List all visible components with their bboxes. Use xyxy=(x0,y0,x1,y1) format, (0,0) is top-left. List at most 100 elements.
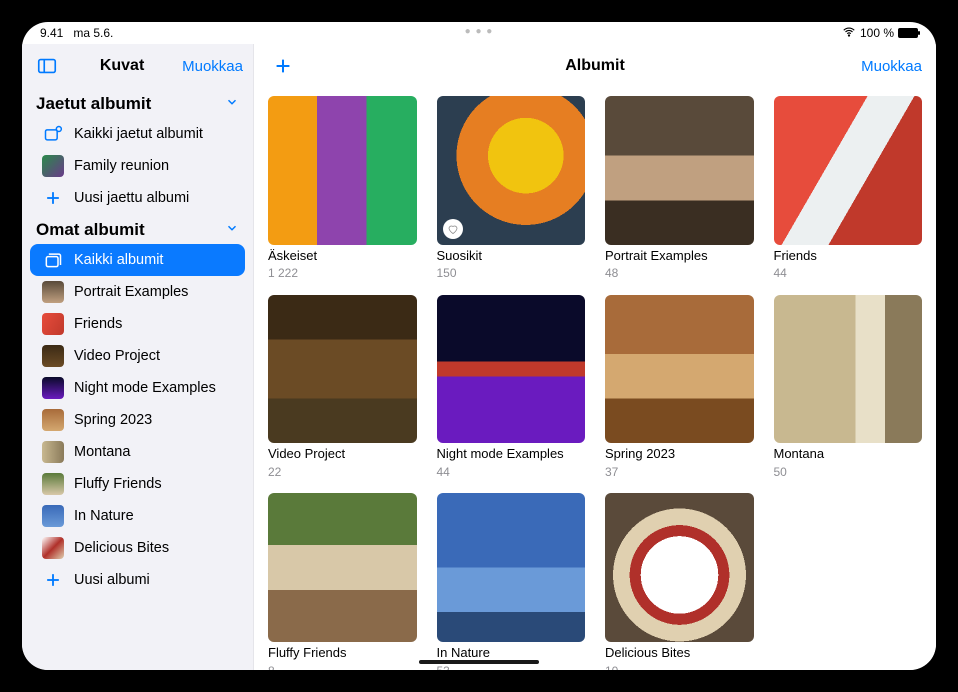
sidebar-title: Kuvat xyxy=(70,57,174,75)
shared-albums-label: Jaetut albumit xyxy=(36,94,151,114)
album-thumb-icon xyxy=(42,345,64,367)
album-count: 22 xyxy=(268,466,417,479)
album-count: 48 xyxy=(605,267,754,280)
album-name: Suosikit xyxy=(437,249,586,264)
album-thumb-icon xyxy=(42,313,64,335)
sidebar-item-album[interactable]: Delicious Bites xyxy=(30,532,245,564)
screen: 9.41 ma 5.6. ● ● ● 100 % Kuvat xyxy=(22,22,936,670)
album-thumb-icon xyxy=(42,441,64,463)
album-thumb-icon xyxy=(42,409,64,431)
sidebar-toggle-button[interactable] xyxy=(32,51,62,81)
album-count: 10 xyxy=(605,665,754,670)
sidebar-item-album[interactable]: Fluffy Friends xyxy=(30,468,245,500)
album-name: Spring 2023 xyxy=(605,447,754,462)
album-tile[interactable]: In Nature53 xyxy=(437,493,586,670)
album-cover[interactable] xyxy=(605,295,754,444)
status-bar: 9.41 ma 5.6. ● ● ● 100 % xyxy=(22,22,936,44)
album-count: 50 xyxy=(774,466,923,479)
album-name: Portrait Examples xyxy=(605,249,754,264)
album-cover[interactable] xyxy=(774,96,923,245)
sidebar-item-album[interactable]: Friends xyxy=(30,308,245,340)
album-thumb-icon xyxy=(42,537,64,559)
album-cover[interactable] xyxy=(437,96,586,245)
sidebar-item-album[interactable]: Portrait Examples xyxy=(30,276,245,308)
sidebar-item-new-shared[interactable]: Uusi jaettu albumi xyxy=(30,182,245,214)
album-thumb-icon xyxy=(42,155,64,177)
plus-icon xyxy=(42,569,64,591)
album-grid[interactable]: Äskeiset1 222Suosikit150Portrait Example… xyxy=(254,88,936,670)
album-cover[interactable] xyxy=(437,295,586,444)
album-count: 44 xyxy=(437,466,586,479)
sidebar-edit-button[interactable]: Muokkaa xyxy=(182,58,243,75)
album-tile[interactable]: Delicious Bites 10 xyxy=(605,493,754,670)
sidebar: Kuvat Muokkaa Jaetut albumit Kaikki jaet… xyxy=(22,44,254,670)
battery-percent: 100 % xyxy=(860,26,894,40)
multitask-dots-icon[interactable]: ● ● ● xyxy=(465,26,494,37)
sidebar-item-label: In Nature xyxy=(74,508,134,524)
home-indicator[interactable] xyxy=(419,660,539,664)
sidebar-item-label: Delicious Bites xyxy=(74,540,169,556)
sidebar-item-label: Kaikki albumit xyxy=(74,252,163,268)
album-name: Friends xyxy=(774,249,923,264)
album-name: Video Project xyxy=(268,447,417,462)
sidebar-item-label: Portrait Examples xyxy=(74,284,188,300)
sidebar-item-family-reunion[interactable]: Family reunion xyxy=(30,150,245,182)
status-time: 9.41 xyxy=(40,26,63,40)
heart-icon xyxy=(443,219,463,239)
shared-album-icon xyxy=(42,123,64,145)
album-tile[interactable]: Äskeiset1 222 xyxy=(268,96,417,281)
album-tile[interactable]: Portrait Examples 48 xyxy=(605,96,754,281)
sidebar-item-label: Fluffy Friends xyxy=(74,476,162,492)
album-cover[interactable] xyxy=(268,96,417,245)
album-count: 8 xyxy=(268,665,417,670)
album-count: 37 xyxy=(605,466,754,479)
album-tile[interactable]: Fluffy Friends 8 xyxy=(268,493,417,670)
sidebar-item-album[interactable]: In Nature xyxy=(30,500,245,532)
wifi-icon xyxy=(842,25,856,42)
album-cover[interactable] xyxy=(437,493,586,642)
album-tile[interactable]: Night mode Examples 44 xyxy=(437,295,586,480)
ipad-frame: 9.41 ma 5.6. ● ● ● 100 % Kuvat xyxy=(0,0,958,692)
status-right: 100 % xyxy=(842,25,918,42)
add-button[interactable] xyxy=(268,51,298,81)
sidebar-item-album[interactable]: Video Project xyxy=(30,340,245,372)
battery-icon xyxy=(898,28,918,38)
sidebar-item-all-albums[interactable]: Kaikki albumit xyxy=(30,244,245,276)
my-albums-label: Omat albumit xyxy=(36,220,145,240)
album-tile[interactable]: Suosikit150 xyxy=(437,96,586,281)
sidebar-item-album[interactable]: Spring 2023 xyxy=(30,404,245,436)
album-tile[interactable]: Video Project 22 xyxy=(268,295,417,480)
status-date: ma 5.6. xyxy=(73,26,113,40)
sidebar-item-new-album[interactable]: Uusi albumi xyxy=(30,564,245,596)
sidebar-item-label: Kaikki jaetut albumit xyxy=(74,126,203,142)
sidebar-item-label: Montana xyxy=(74,444,130,460)
sidebar-item-label: Uusi jaettu albumi xyxy=(74,190,189,206)
album-cover[interactable] xyxy=(268,493,417,642)
album-name: Montana xyxy=(774,447,923,462)
album-tile[interactable]: Friends44 xyxy=(774,96,923,281)
album-name: Fluffy Friends xyxy=(268,646,417,661)
album-cover[interactable] xyxy=(774,295,923,444)
chevron-down-icon xyxy=(225,220,239,240)
album-name: In Nature xyxy=(437,646,586,661)
albums-stack-icon xyxy=(42,249,64,271)
album-name: Delicious Bites xyxy=(605,646,754,661)
status-left: 9.41 ma 5.6. xyxy=(40,26,113,40)
shared-albums-header[interactable]: Jaetut albumit xyxy=(22,88,253,118)
sidebar-item-album[interactable]: Night mode Examples xyxy=(30,372,245,404)
album-name: Night mode Examples xyxy=(437,447,586,462)
my-albums-header[interactable]: Omat albumit xyxy=(22,214,253,244)
album-thumb-icon xyxy=(42,473,64,495)
album-thumb-icon xyxy=(42,377,64,399)
main-edit-button[interactable]: Muokkaa xyxy=(861,58,922,75)
album-cover[interactable] xyxy=(605,493,754,642)
sidebar-item-label: Video Project xyxy=(74,348,160,364)
album-tile[interactable]: Spring 2023 37 xyxy=(605,295,754,480)
sidebar-item-all-shared[interactable]: Kaikki jaetut albumit xyxy=(30,118,245,150)
sidebar-item-label: Night mode Examples xyxy=(74,380,216,396)
sidebar-item-album[interactable]: Montana xyxy=(30,436,245,468)
album-tile[interactable]: Montana 50 xyxy=(774,295,923,480)
main-panel: Albumit Muokkaa Äskeiset1 222Suosikit150… xyxy=(254,44,936,670)
album-cover[interactable] xyxy=(268,295,417,444)
album-cover[interactable] xyxy=(605,96,754,245)
